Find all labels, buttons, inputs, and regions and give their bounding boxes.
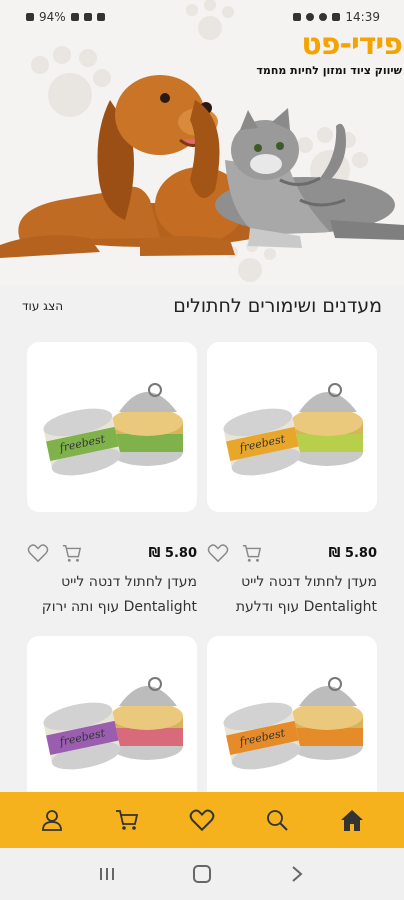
hero-banner: פידי-פט שיווק ציוד ומזון לחיות מחמד bbox=[0, 0, 404, 285]
heart-icon[interactable] bbox=[207, 543, 229, 563]
cat-food-can-image: freebest bbox=[223, 677, 363, 770]
nav-search-button[interactable] bbox=[257, 800, 297, 840]
nav-wishlist-button[interactable] bbox=[182, 800, 222, 840]
product-name[interactable]: מעדן לחתול דנטה לייט Dentalight עוף ותה … bbox=[27, 570, 197, 620]
dog-and-cat-image bbox=[0, 75, 404, 258]
cart-icon[interactable] bbox=[241, 543, 263, 563]
status-right: 14:39 bbox=[293, 10, 380, 24]
product-image-card[interactable]: freebest bbox=[207, 342, 377, 512]
clock: 14:39 bbox=[345, 10, 380, 24]
bottom-navigation bbox=[0, 792, 404, 848]
system-navigation-bar bbox=[0, 848, 404, 900]
battery-percent: 94% bbox=[39, 10, 66, 24]
cat-food-can-image: freebest bbox=[223, 383, 363, 476]
heart-icon[interactable] bbox=[27, 543, 49, 563]
product-image-card[interactable]: freebest bbox=[207, 636, 377, 806]
chevron-right-icon bbox=[291, 866, 303, 882]
status-bar: 94% 14:39 bbox=[0, 0, 404, 34]
product-price: 5.80 ₪ bbox=[328, 545, 377, 561]
product-actions bbox=[207, 543, 263, 563]
user-icon bbox=[41, 810, 62, 831]
show-more-link[interactable]: הצג עוד bbox=[22, 299, 63, 313]
gallery-icon bbox=[332, 13, 341, 21]
product-price: 5.80 ₪ bbox=[148, 545, 197, 561]
battery-icon bbox=[26, 13, 34, 21]
product-name[interactable]: מעדן לחתול דנטה לייט Dentalight עוף ודלע… bbox=[207, 570, 377, 620]
product-info: 5.80 ₪ מעדן לחתול דנטה לייט Dentalight ע… bbox=[27, 542, 197, 620]
signal-icon bbox=[70, 13, 79, 21]
app-notification-icon bbox=[306, 13, 315, 21]
section-header: מעדנים ושימורים לחתולים הצג עוד bbox=[0, 285, 404, 327]
section-title: מעדנים ושימורים לחתולים bbox=[173, 295, 382, 317]
wifi-icon bbox=[83, 13, 92, 21]
cat-food-can-image: freebest bbox=[43, 677, 183, 770]
cart-icon[interactable] bbox=[61, 543, 83, 563]
nfc-icon bbox=[96, 13, 105, 21]
notification-icon bbox=[293, 13, 302, 21]
nav-home-button[interactable] bbox=[332, 800, 372, 840]
home-icon bbox=[341, 810, 364, 831]
recent-apps-icon bbox=[100, 868, 115, 880]
recent-apps-button[interactable] bbox=[87, 854, 127, 894]
home-system-button[interactable] bbox=[182, 854, 222, 894]
status-left: 94% bbox=[26, 10, 105, 24]
messenger-icon bbox=[319, 13, 328, 21]
product-info: 5.80 ₪ מעדן לחתול דנטה לייט Dentalight ע… bbox=[207, 542, 377, 620]
nav-cart-button[interactable] bbox=[107, 800, 147, 840]
back-button[interactable] bbox=[277, 854, 317, 894]
cart-icon bbox=[115, 810, 138, 830]
product-actions bbox=[27, 543, 83, 563]
heart-icon bbox=[189, 809, 215, 832]
home-square-icon bbox=[192, 865, 211, 883]
cat-food-can-image: freebest bbox=[43, 383, 183, 476]
search-icon bbox=[267, 810, 288, 831]
product-image-card[interactable]: freebest bbox=[27, 636, 197, 806]
nav-profile-button[interactable] bbox=[32, 800, 72, 840]
product-image-card[interactable]: freebest bbox=[27, 342, 197, 512]
